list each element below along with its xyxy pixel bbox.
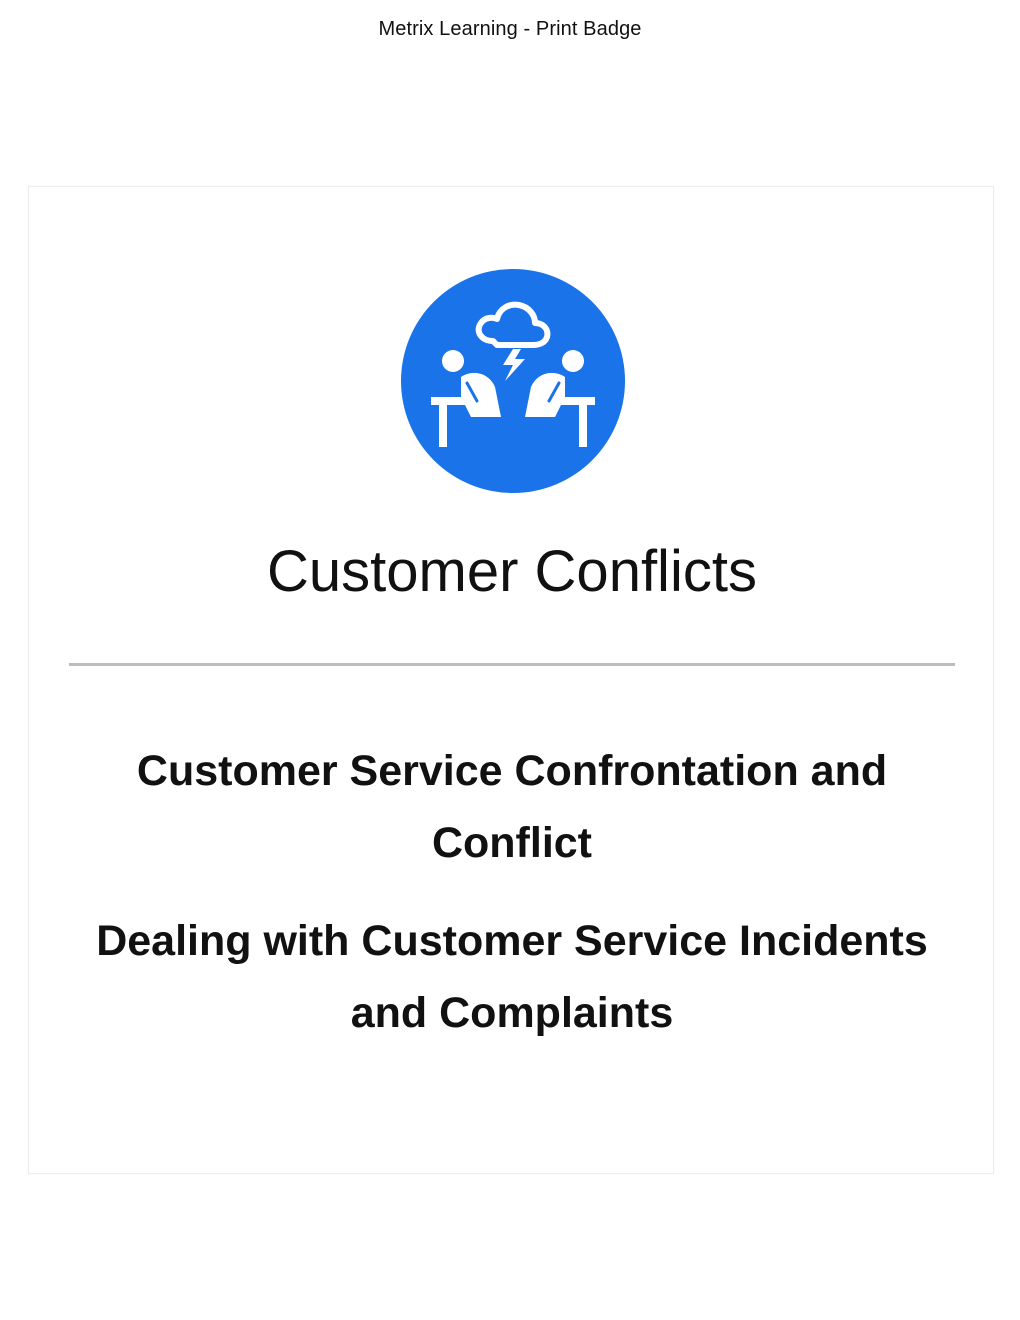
page-header-title: Metrix Learning - Print Badge [378,18,642,40]
divider [69,663,955,666]
badge-name: Customer Conflicts [267,539,757,604]
course-title: Dealing with Customer Service Incidents … [96,917,928,1037]
badge-card: Customer Conflicts Customer Service Conf… [28,186,994,1174]
course-title: Customer Service Confrontation and Confl… [136,747,888,867]
customer-conflict-icon [401,269,625,493]
